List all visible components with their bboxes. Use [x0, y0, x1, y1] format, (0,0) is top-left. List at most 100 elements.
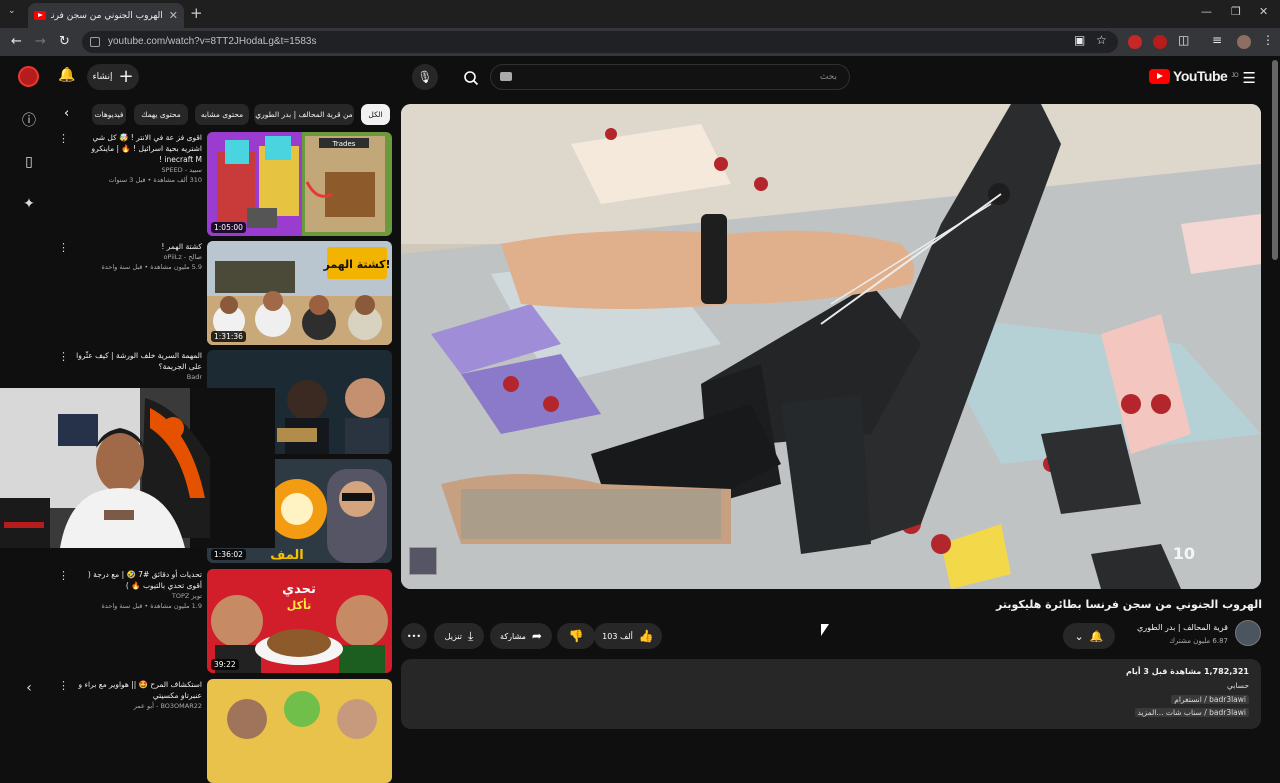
- related-video-thumbnail[interactable]: تحدي تأكل 39:22: [207, 569, 392, 673]
- chips-scroll-left-icon[interactable]: ‹: [64, 106, 69, 121]
- minimize-button[interactable]: —: [1201, 5, 1212, 18]
- instagram-link[interactable]: badr3lawi / انستغرام: [1171, 695, 1249, 704]
- snapchat-link[interactable]: badr3lawi / سناب شات ...المزيد: [1134, 708, 1249, 717]
- related-video-meta: تحديات أو دقائق #7 🤣 | مع درجة ( أقوى تح…: [76, 569, 202, 611]
- browser-tab[interactable]: الهروب الجنوني من سجن فرنسا ✕: [28, 3, 184, 28]
- tab-close-icon[interactable]: ✕: [169, 9, 178, 22]
- more-actions-icon[interactable]: ⋮: [58, 350, 69, 363]
- search-button[interactable]: [452, 64, 490, 90]
- extension-icon[interactable]: [1128, 35, 1142, 49]
- voice-search-mic-icon[interactable]: 🎙: [412, 64, 438, 90]
- reload-icon[interactable]: ↻: [59, 34, 70, 49]
- more-actions-icon[interactable]: ⋮: [58, 569, 69, 582]
- chip-all[interactable]: الكل: [361, 104, 390, 125]
- related-channel-name[interactable]: BO3OMAR22 - أبو عمر: [76, 701, 202, 711]
- thumb-text-taheed2: تأكل: [287, 598, 311, 612]
- video-duration: 1:31:36: [211, 331, 246, 342]
- related-video-title[interactable]: المهمة السرية خلف الورشة | كيف عثّروا عل…: [76, 350, 202, 372]
- related-video-thumbnail[interactable]: [207, 679, 392, 783]
- site-info-icon[interactable]: [90, 37, 100, 47]
- related-video-title[interactable]: اقوى فز عة في الانتر ! 🤯 كل شي اشتريه بح…: [76, 132, 202, 165]
- related-video-item[interactable]: ⋮ تحديات أو دقائق #7 🤣 | مع درجة ( أقوى …: [56, 569, 392, 673]
- notifications-bell-icon[interactable]: 🔔: [58, 67, 75, 83]
- desert-thumbnail: كشتة الهمر!: [207, 241, 392, 345]
- related-video-title[interactable]: تحديات أو دقائق #7 🤣 | مع درجة ( أقوى تح…: [76, 569, 202, 591]
- food-challenge-thumbnail: تحدي تأكل: [207, 569, 392, 673]
- url-text: youtube.com/watch?v=8TT2JHodaLg&t=1583s: [108, 36, 317, 47]
- thumb-text-taheed: تحدي: [282, 582, 316, 597]
- video-duration: 1:36:02: [211, 549, 246, 560]
- video-title: الهروب الجنوني من سجن فرنسا بطائرة هليكو…: [995, 598, 1262, 611]
- media-control-icon[interactable]: ≡: [1212, 33, 1222, 47]
- related-video-title[interactable]: استكشاف المرح 🤩 || هواوير مع براء و عنبر…: [76, 679, 202, 701]
- cast-icon[interactable]: ▣: [1074, 33, 1085, 47]
- forward-arrow-icon[interactable]: →: [35, 34, 46, 49]
- chip-videos[interactable]: فيديوهات: [92, 104, 126, 125]
- like-button[interactable]: 103 ألف 👍: [594, 623, 662, 649]
- share-arrow-icon: ➦: [531, 629, 542, 643]
- description-box[interactable]: 1,782,321 مشاهدة قبل 3 أيام حسابي badr3l…: [401, 659, 1261, 729]
- create-button[interactable]: إنشاء +: [87, 64, 139, 90]
- browser-menu-icon[interactable]: ⋮: [1262, 33, 1274, 47]
- chip-related[interactable]: محتوى مشابه: [195, 104, 249, 125]
- video-duration: 39:22: [211, 659, 239, 670]
- related-video-item[interactable]: ⋮ اقوى فز عة في الانتر ! 🤯 كل شي اشتريه …: [56, 132, 392, 236]
- bookmark-star-icon[interactable]: ☆: [1096, 33, 1107, 47]
- more-actions-icon[interactable]: ⋮: [58, 132, 69, 145]
- chevron-down-icon: ⌄: [1074, 629, 1084, 643]
- youtube-logo[interactable]: YouTube JO: [1149, 68, 1238, 84]
- chip-channel[interactable]: من قرية المحالف | بدر الطوري: [254, 104, 354, 125]
- new-tab-button[interactable]: +: [190, 4, 203, 22]
- related-channel-name[interactable]: Badr: [76, 372, 202, 382]
- close-window-button[interactable]: ✕: [1259, 5, 1268, 18]
- address-bar[interactable]: youtube.com/watch?v=8TT2JHodaLg&t=1583s: [82, 31, 1118, 53]
- account-avatar[interactable]: [18, 66, 39, 87]
- related-video-item[interactable]: ⋮ استكشاف المرح 🤩 || هواوير مع براء و عن…: [56, 679, 392, 783]
- hamburger-menu-icon[interactable]: ☰: [1243, 69, 1256, 87]
- back-arrow-icon[interactable]: ←: [11, 34, 22, 49]
- related-video-item[interactable]: ⋮ كشتة الهمر ! صالح - oPiiLz 5.9 مليون م…: [56, 241, 392, 345]
- search-input[interactable]: بحث: [490, 64, 850, 90]
- extensions-puzzle-icon[interactable]: ◫: [1178, 33, 1189, 47]
- tab-title: الهروب الجنوني من سجن فرنسا: [51, 10, 163, 21]
- facecam-image: [0, 388, 275, 548]
- description-link[interactable]: badr3lawi / سناب شات ...المزيد: [1134, 708, 1249, 717]
- related-video-thumbnail[interactable]: Trades 1:05:00: [207, 132, 392, 236]
- chip-for-you[interactable]: محتوى يهمك: [134, 104, 188, 125]
- like-count: 103 ألف: [602, 631, 633, 641]
- video-player[interactable]: 10: [401, 104, 1261, 589]
- subscribed-bell-button[interactable]: ⌄ 🔔: [1063, 623, 1115, 649]
- related-channel-name[interactable]: صالح - oPiiLz: [76, 252, 202, 262]
- info-icon[interactable]: ⓘ: [19, 110, 39, 130]
- extension-icon[interactable]: [1153, 35, 1167, 49]
- download-button[interactable]: تنزيل ⤓: [434, 623, 484, 649]
- more-actions-button[interactable]: •••: [401, 623, 427, 649]
- keyboard-icon[interactable]: [500, 72, 512, 81]
- related-video-thumbnail[interactable]: كشتة الهمر! 1:31:36: [207, 241, 392, 345]
- channel-avatar[interactable]: [1235, 620, 1261, 646]
- related-channel-name[interactable]: تويز TOPZ: [76, 591, 202, 601]
- views-and-date: 1,782,321 مشاهدة قبل 3 أيام: [1125, 667, 1249, 676]
- share-button[interactable]: مشاركة ➦: [490, 623, 552, 649]
- video-frame: [401, 104, 1261, 589]
- gaming-thumbnail: [207, 679, 392, 783]
- logo-region: JO: [1231, 73, 1238, 79]
- streamer-facecam: [0, 388, 275, 548]
- related-video-stats: 1.9 مليون مشاهدة • قبل سنة واحدة: [101, 602, 202, 610]
- more-actions-icon[interactable]: ⋮: [58, 679, 69, 692]
- tab-search-icon[interactable]: ⌄: [8, 6, 16, 16]
- chat-icon[interactable]: ▯: [19, 154, 39, 174]
- collapse-arrow-icon[interactable]: ‹: [19, 680, 39, 700]
- dislike-button[interactable]: 👎: [557, 623, 595, 649]
- sparkle-icon[interactable]: ✦: [19, 196, 39, 216]
- related-video-title[interactable]: كشتة الهمر !: [76, 241, 202, 252]
- channel-watermark-thumbnail[interactable]: [409, 547, 437, 575]
- related-video-stats: 310 ألف مشاهدة • قبل 3 سنوات: [108, 176, 202, 184]
- channel-name[interactable]: قرية المحالف | بدر الطوري: [1137, 623, 1228, 632]
- related-channel-name[interactable]: سبيد - SPEED: [76, 165, 202, 175]
- page-scrollbar[interactable]: [1272, 60, 1278, 260]
- maximize-button[interactable]: ❐: [1231, 5, 1241, 18]
- profile-avatar-icon[interactable]: [1237, 35, 1251, 49]
- description-link[interactable]: badr3lawi / انستغرام: [1171, 695, 1249, 704]
- more-actions-icon[interactable]: ⋮: [58, 241, 69, 254]
